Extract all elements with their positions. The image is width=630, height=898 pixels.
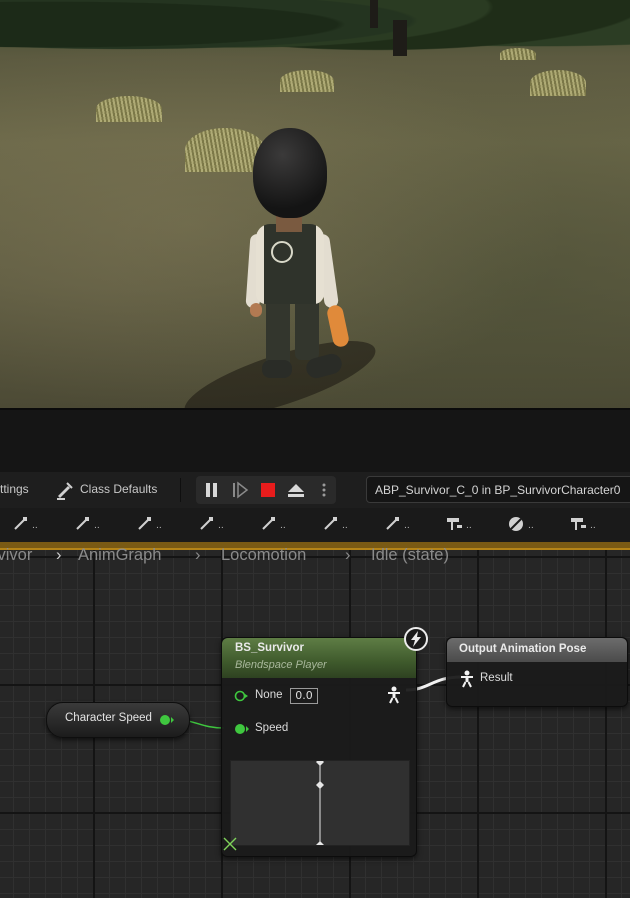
pin-ellipsis: .. [590, 521, 596, 531]
blendspace-preview [230, 758, 410, 849]
stop-icon[interactable] [258, 480, 278, 500]
pin-ellipsis: .. [156, 521, 162, 531]
class-defaults-button[interactable]: Class Defaults [80, 482, 157, 496]
pin-ellipsis: .. [280, 521, 286, 531]
none-value-field[interactable]: 0.0 [290, 688, 318, 704]
pose-input-icon[interactable] [459, 670, 475, 688]
result-pin-label: Result [480, 672, 513, 684]
fast-path-icon [404, 627, 428, 651]
node-header: Output Animation Pose [447, 638, 627, 662]
none-pin-icon[interactable] [234, 689, 248, 703]
pin-slot[interactable]: .. [12, 516, 38, 534]
grass-clump [500, 48, 536, 60]
node-title: Output Animation Pose [459, 643, 587, 655]
variable-label: Character Speed [65, 712, 152, 724]
character-speed-node[interactable]: Character Speed [46, 702, 190, 738]
pin-ellipsis: .. [342, 521, 348, 531]
debug-toolbar-row: .. .. .. .. .. .. .. .. .. .. [0, 508, 630, 542]
speed-pin-label: Speed [255, 722, 289, 734]
grass-clump [280, 70, 334, 92]
character-body [256, 224, 324, 304]
pause-icon[interactable] [202, 480, 222, 500]
eject-icon[interactable] [286, 480, 306, 500]
pin-slot[interactable]: .. [384, 516, 410, 534]
node-header: BS_Survivor Blendspace Player [222, 638, 416, 678]
blueprint-toolbar: ttings Class Defaults ABP_Survivor_C_0 i… [0, 472, 630, 509]
pin-slot[interactable]: .. [570, 516, 596, 534]
none-pin-label: None [255, 689, 283, 701]
speed-pin-icon[interactable] [234, 722, 250, 736]
tree-trunk [393, 20, 407, 56]
output-pin-icon[interactable] [159, 713, 175, 727]
output-animation-pose-node[interactable]: Output Animation Pose Result [446, 637, 628, 707]
pin-slot[interactable]: .. [322, 516, 348, 534]
pin-ellipsis: .. [466, 521, 472, 531]
pin-slot[interactable]: .. [74, 516, 100, 534]
pin-slot[interactable]: .. [446, 516, 472, 534]
toolbar-separator [180, 478, 181, 502]
pin-ellipsis: .. [218, 521, 224, 531]
pin-slot[interactable]: .. [260, 516, 286, 534]
class-defaults-icon[interactable] [54, 480, 76, 500]
character-leg [295, 298, 319, 360]
grass-clump [530, 70, 586, 96]
character-leg [266, 298, 290, 368]
more-options-icon[interactable] [314, 480, 334, 500]
grass-clump [96, 96, 162, 122]
pin-slot[interactable]: .. [198, 516, 224, 534]
blendspace-player-node[interactable]: BS_Survivor Blendspace Player None 0.0 S… [221, 627, 428, 857]
node-subtitle: Blendspace Player [235, 659, 327, 671]
frame-advance-icon[interactable] [230, 480, 250, 500]
pin-ellipsis: .. [32, 521, 38, 531]
pin-ellipsis: .. [94, 521, 100, 531]
pin-ellipsis: .. [404, 521, 410, 531]
debug-object-label: ABP_Survivor_C_0 in BP_SurvivorCharacter… [375, 483, 621, 497]
blendspace-samples [316, 758, 324, 849]
pin-ellipsis: .. [528, 521, 534, 531]
sample-cross-icon [223, 837, 237, 851]
playback-controls [196, 476, 336, 504]
class-settings-button[interactable]: ttings [0, 482, 29, 496]
pin-slot[interactable]: .. [136, 516, 162, 534]
character-boot [262, 360, 292, 378]
pin-slot[interactable]: .. [508, 516, 534, 534]
character-hand [250, 303, 262, 317]
pose-output-icon[interactable] [386, 686, 402, 704]
level-viewport[interactable] [0, 0, 630, 408]
tree-trunk [370, 0, 378, 28]
debug-object-selector[interactable]: ABP_Survivor_C_0 in BP_SurvivorCharacter… [366, 476, 630, 503]
viewport-bottom-band [0, 408, 630, 474]
node-title: BS_Survivor [235, 642, 305, 654]
character-emblem [271, 241, 293, 263]
character-head [253, 128, 327, 218]
